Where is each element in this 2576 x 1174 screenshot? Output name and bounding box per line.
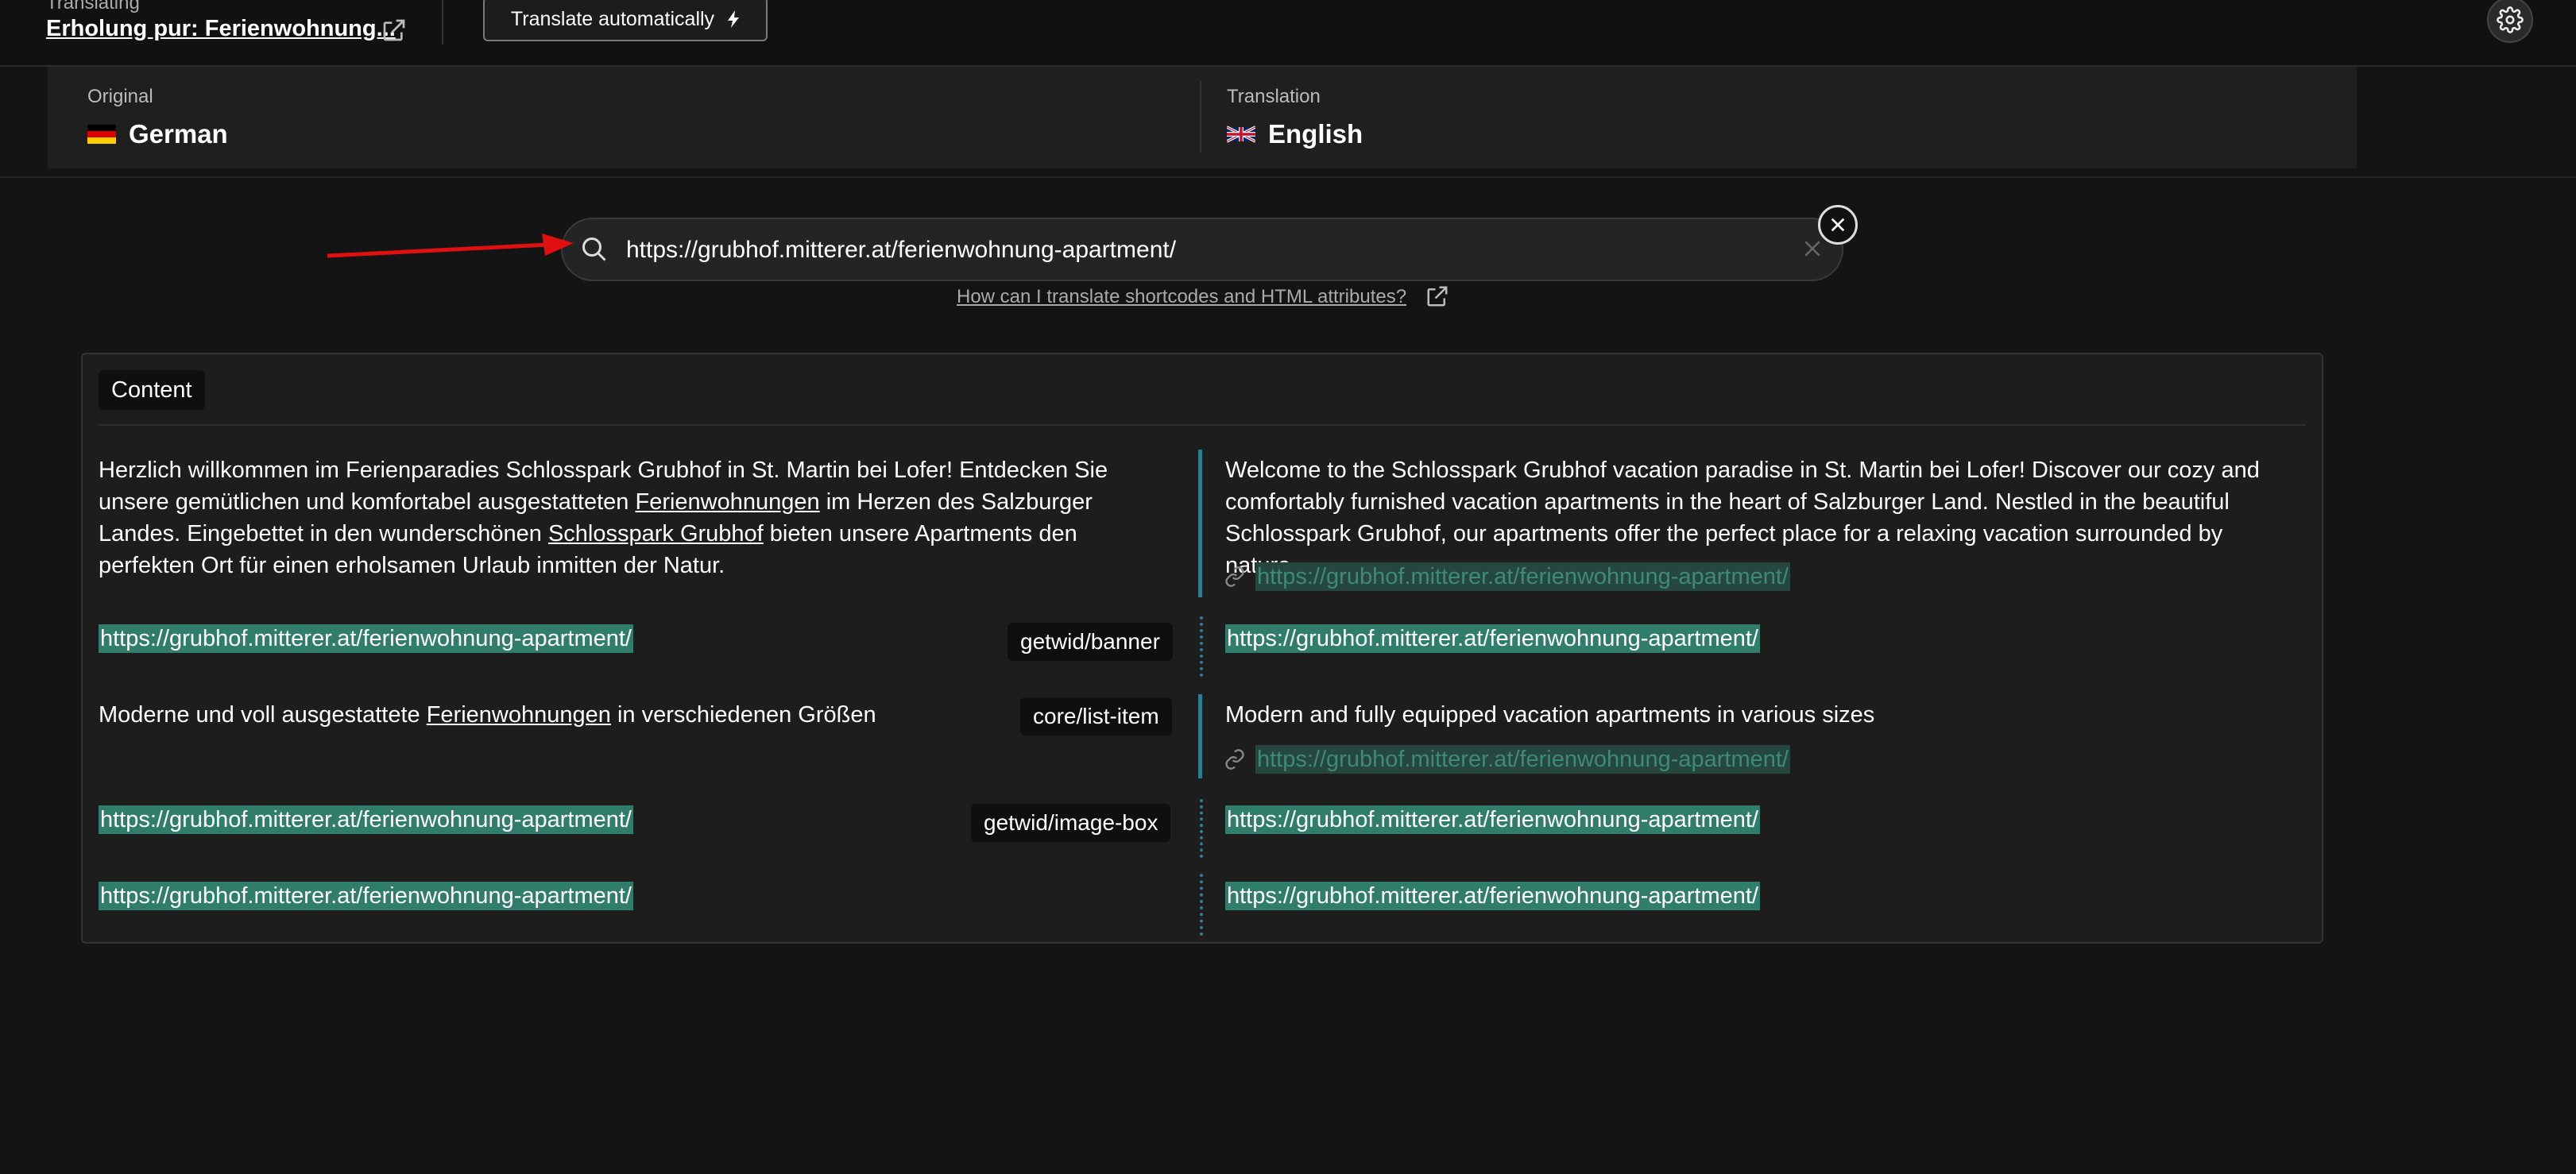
inline-link: Ferienwohnungen (426, 702, 611, 728)
translation-url[interactable]: https://grubhof.mitterer.at/ferienwohnun… (1225, 624, 1760, 653)
original-caption: Original (87, 86, 153, 107)
original-url[interactable]: https://grubhof.mitterer.at/ferienwohnun… (99, 882, 633, 910)
external-link-icon[interactable] (1425, 284, 1449, 308)
external-link-icon[interactable] (381, 17, 407, 43)
row-divider-dotted (1200, 616, 1203, 677)
uk-flag-icon (1227, 126, 1255, 143)
translate-automatically-button[interactable]: Translate automatically (483, 0, 768, 41)
original-url[interactable]: https://grubhof.mitterer.at/ferienwohnun… (99, 805, 633, 834)
original-language: German (87, 119, 228, 149)
translation-url[interactable]: https://grubhof.mitterer.at/ferienwohnun… (1225, 805, 1760, 834)
clear-search-icon[interactable] (1800, 237, 1824, 261)
block-tag: core/list-item (1020, 697, 1172, 736)
translation-link-url[interactable]: https://grubhof.mitterer.at/ferienwohnun… (1255, 745, 1790, 774)
block-tag: getwid/image-box (971, 804, 1171, 842)
link-icon (1225, 749, 1244, 770)
inline-link: Schlosspark Grubhof (547, 521, 764, 546)
block-tag: getwid/banner (1008, 623, 1173, 661)
row-divider-solid (1198, 694, 1202, 778)
translation-text-block[interactable]: Modern and fully equipped vacation apart… (1225, 699, 2290, 731)
annotation-arrow-left (327, 234, 574, 258)
original-text-block[interactable]: Moderne und voll ausgestattete Ferienwoh… (99, 699, 973, 731)
translation-url[interactable]: https://grubhof.mitterer.at/ferienwohnun… (1225, 882, 1760, 910)
translate-automatically-label: Translate automatically (510, 7, 715, 30)
content-card-divider (99, 424, 2306, 426)
translating-label: Translating (46, 0, 140, 14)
lightning-icon (728, 10, 740, 28)
link-icon (1225, 566, 1244, 587)
inline-link: Ferienwohnungen (635, 489, 820, 515)
help-link[interactable]: How can I translate shortcodes and HTML … (957, 286, 1406, 308)
original-text-block[interactable]: Herzlich willkommen im Ferienparadies Sc… (99, 454, 1163, 581)
original-language-name: German (129, 119, 228, 149)
gear-icon (2497, 6, 2524, 33)
translation-language-name: English (1268, 119, 1363, 149)
topbar-divider (442, 0, 443, 44)
row-divider-dotted (1200, 874, 1203, 936)
close-icon (1831, 218, 1845, 232)
translation-language: English (1227, 119, 1363, 149)
search-input[interactable] (625, 232, 1788, 268)
original-url[interactable]: https://grubhof.mitterer.at/ferienwohnun… (99, 624, 633, 653)
translation-caption: Translation (1227, 86, 1321, 107)
header-separator (0, 176, 2576, 178)
german-flag-icon (87, 125, 116, 144)
language-panel (48, 67, 2357, 168)
search-icon (582, 238, 606, 261)
page-title-link[interactable]: Erholung pur: Ferienwohnung... (46, 16, 396, 42)
row-divider-dotted (1200, 799, 1203, 858)
language-divider (1200, 81, 1201, 153)
close-search-button[interactable] (1818, 205, 1858, 245)
tab-content[interactable]: Content (99, 370, 205, 410)
row-divider-solid (1198, 450, 1202, 597)
translation-link-url[interactable]: https://grubhof.mitterer.at/ferienwohnun… (1255, 562, 1790, 591)
